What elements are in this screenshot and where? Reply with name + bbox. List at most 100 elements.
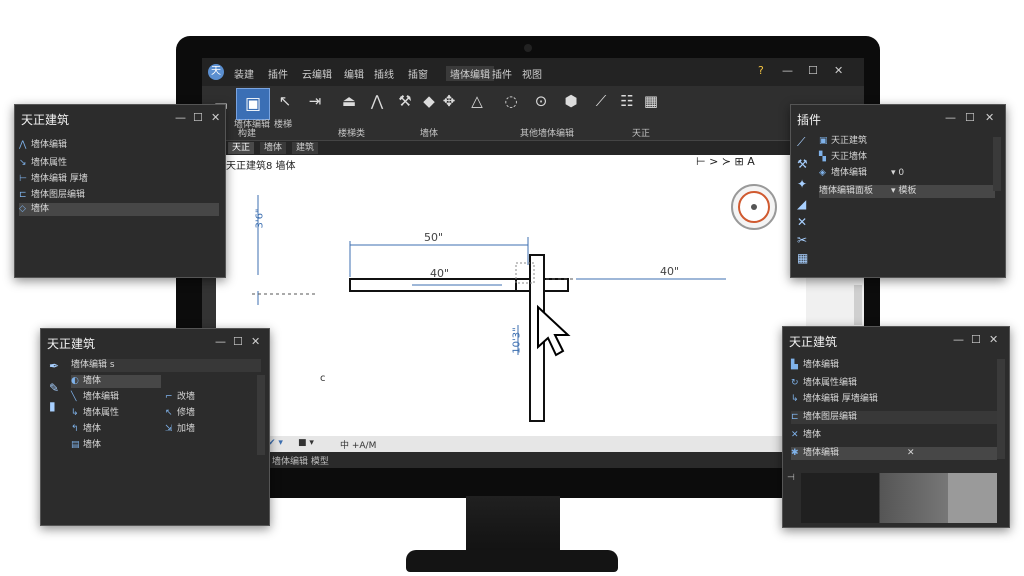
list-item[interactable]: ◇ 墙体: [19, 203, 219, 216]
menu-item-1[interactable]: 装建: [234, 66, 254, 81]
line-tool-icon: ↘: [19, 158, 27, 168]
tool-icon: ╲: [71, 392, 77, 402]
ruler-icon[interactable]: ▮: [49, 399, 56, 413]
floating-panel-top-right: 插件 — ☐ ✕ ⟋ ⚒ ✦ ◢ ✕ ✂ ▦ ▣ 天正建筑 ▚ 天正墙体 ◈ 墙体编辑…: [790, 104, 1006, 278]
cad-drawing: [252, 184, 777, 422]
doc-tab-3[interactable]: 建筑: [292, 142, 319, 154]
ribbon-group-label: 其他墙体编辑: [520, 129, 575, 139]
list-item[interactable]: ◈ 墙体编辑 ▾ 0: [819, 167, 995, 180]
stamp-icon[interactable]: ⏏: [336, 88, 362, 114]
list-item[interactable]: ↳ 墙体属性: [71, 407, 161, 420]
list-item[interactable]: ✕ 墙体: [791, 429, 997, 442]
target-icon[interactable]: ⊙: [528, 88, 554, 114]
item-icon: ▣: [819, 136, 828, 146]
list-item[interactable]: ⊢ 墙体编辑 厚墙: [19, 173, 219, 186]
dropdown-value[interactable]: ▾ 0: [891, 167, 904, 180]
cross-icon[interactable]: ✕: [797, 215, 807, 229]
list-item[interactable]: ⌐ 改墙: [165, 391, 255, 404]
feather-icon[interactable]: ✒: [49, 359, 59, 373]
stairs-icon[interactable]: ◢: [797, 197, 806, 211]
restore-button[interactable]: ☐: [808, 64, 818, 77]
menu-item-8[interactable]: 插件: [492, 66, 512, 81]
doc-tab-1[interactable]: 天正: [228, 142, 255, 154]
drawing-canvas[interactable]: 天正建筑8 墙体 ⊢ > ≻ ⊞ A 50" 40" 40" 3'6" 10'3…: [216, 155, 806, 436]
list-item[interactable]: ▚ 天正墙体: [819, 151, 995, 164]
panel-scrollbar[interactable]: [993, 137, 1001, 191]
vertical-scrollbar[interactable]: [854, 285, 862, 325]
doc-tab-2[interactable]: 墙体: [260, 142, 287, 154]
minimize-button[interactable]: —: [953, 333, 964, 346]
ribbon-toolbar: ▭ ▣ ↖ ⇥ ⏏ ⋀ ⚒ ◆ ✥ △ ◌ ⊙ ⬢ ⟋ ☷ ▦ 墙体编辑 楼梯 …: [202, 86, 864, 141]
restore-button[interactable]: ☐: [971, 333, 981, 346]
list-item[interactable]: ↳ 墙体编辑 厚墙编辑: [791, 393, 997, 406]
help-icon[interactable]: ?: [758, 64, 764, 77]
list-item[interactable]: ↖ 修墙: [165, 407, 255, 420]
minimize-button[interactable]: —: [215, 335, 226, 348]
menu-item-9[interactable]: 视图: [522, 66, 542, 81]
restore-button[interactable]: ☐: [233, 335, 243, 348]
panel-title: 天正建筑: [21, 113, 70, 127]
save-icon[interactable]: ▣: [236, 88, 270, 120]
menu-item-4[interactable]: 编辑: [344, 66, 364, 81]
restore-button[interactable]: ☐: [965, 111, 975, 124]
list-item[interactable]: ↻ 墙体属性编辑: [791, 377, 997, 390]
list-item[interactable]: ⇲ 加墙: [165, 423, 255, 436]
list-item[interactable]: ↘ 墙体属性: [19, 157, 219, 170]
dropdown-value[interactable]: ▾ 模板: [891, 185, 916, 198]
close-button[interactable]: ✕: [985, 111, 994, 124]
menu-item-3[interactable]: 云编辑: [302, 66, 332, 81]
list-item[interactable]: ⊏ 墙体图层编辑: [19, 189, 219, 202]
minimize-button[interactable]: —: [175, 111, 186, 124]
layer-swatch-icon[interactable]: ■ ▾: [298, 438, 314, 448]
close-button[interactable]: ✕: [211, 111, 220, 124]
list-item[interactable]: ⋀ 墙体编辑: [19, 139, 219, 152]
list-item[interactable]: ▙ 墙体编辑: [791, 359, 997, 372]
list-item[interactable]: ↰ 墙体: [71, 423, 161, 436]
compass-icon[interactable]: ⋀: [364, 88, 390, 114]
list-icon[interactable]: ☷: [614, 88, 640, 114]
panel-scrollbar[interactable]: [257, 375, 265, 455]
list-item[interactable]: ◐ 墙体: [71, 375, 161, 388]
status-bar: ✔ ▾ ■ ▾ 中 +A/M: [202, 436, 864, 452]
pin-icon[interactable]: ✦: [797, 177, 807, 191]
measure-icon[interactable]: ⟋: [588, 88, 614, 114]
move-icon[interactable]: ✥: [436, 88, 462, 114]
wand-icon[interactable]: ⟋: [797, 135, 805, 150]
list-item[interactable]: 墙体编辑面板 ▾ 模板: [819, 185, 995, 198]
pointer-icon[interactable]: ↖: [272, 88, 298, 114]
arrow-tool-icon[interactable]: ⇥: [302, 88, 328, 114]
brush-icon[interactable]: ✎: [49, 381, 59, 395]
list-item[interactable]: ▣ 天正建筑: [819, 135, 995, 148]
wall-tool-icon: ⋀: [19, 140, 27, 150]
panel-scrollbar[interactable]: [997, 359, 1005, 459]
wrench-icon[interactable]: ⚒: [797, 157, 808, 171]
clear-icon[interactable]: ✕: [907, 447, 915, 460]
check-icon[interactable]: ✔ ▾: [268, 438, 283, 448]
close-button[interactable]: ✕: [989, 333, 998, 346]
menu-item-7[interactable]: 墙体编辑: [446, 66, 494, 81]
circle-dashed-icon[interactable]: ◌: [498, 88, 524, 114]
menu-item-2[interactable]: 插件: [268, 66, 288, 81]
grid-icon[interactable]: ▦: [797, 251, 808, 265]
close-button[interactable]: ✕: [251, 335, 260, 348]
minimize-button[interactable]: —: [782, 64, 793, 77]
table-icon[interactable]: ▦: [638, 88, 664, 114]
minimize-button[interactable]: —: [945, 111, 956, 124]
shape-icon[interactable]: △: [464, 88, 490, 114]
restore-button[interactable]: ☐: [193, 111, 203, 124]
list-item[interactable]: ▤ 墙体: [71, 439, 161, 452]
list-item[interactable]: ╲ 墙体编辑: [71, 391, 161, 404]
hammer-icon[interactable]: ⚒: [392, 88, 418, 114]
list-item[interactable]: ⊏ 墙体图层编辑: [791, 411, 997, 424]
menu-item-5[interactable]: 插线: [374, 66, 394, 81]
tool-icon: ↖: [165, 408, 173, 418]
close-button[interactable]: ✕: [834, 64, 843, 77]
list-item[interactable]: ✱ 墙体编辑 ✕: [791, 447, 997, 460]
panel-title: 插件: [797, 113, 822, 127]
tool-icon: ⇲: [165, 424, 173, 434]
scissors-icon[interactable]: ✂: [797, 233, 807, 247]
cube-icon[interactable]: ⬢: [558, 88, 584, 114]
app-logo-icon[interactable]: 天: [208, 64, 224, 80]
command-line: 墙体编辑 模型: [202, 452, 864, 468]
menu-item-6[interactable]: 插窗: [408, 66, 428, 81]
